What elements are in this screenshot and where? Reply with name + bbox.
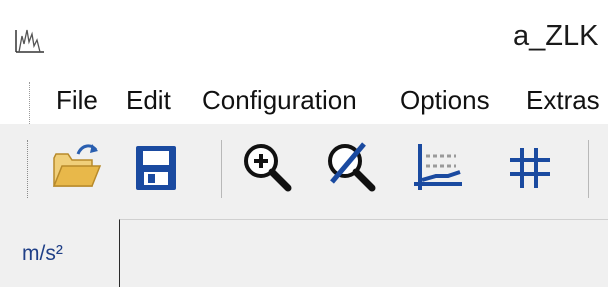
- zoom-in-icon[interactable]: [238, 138, 296, 196]
- grid-icon[interactable]: [500, 138, 558, 196]
- plot-area[interactable]: [119, 219, 608, 287]
- menu-file[interactable]: File: [56, 85, 98, 116]
- menu-options[interactable]: Options: [400, 85, 490, 116]
- menu-extras[interactable]: Extras: [526, 85, 600, 116]
- save-icon[interactable]: [126, 138, 184, 196]
- y-axis-unit-label: m/s²: [22, 242, 63, 265]
- zoom-reset-icon[interactable]: [322, 138, 380, 196]
- menu-configuration[interactable]: Configuration: [202, 85, 357, 116]
- toolbar-separator: [221, 140, 222, 198]
- window-title: a_ZLK: [513, 20, 599, 52]
- menu-edit[interactable]: Edit: [126, 85, 171, 116]
- app-icon: [14, 26, 46, 54]
- chart-fit-icon[interactable]: [408, 138, 466, 196]
- open-folder-icon[interactable]: [48, 138, 106, 196]
- toolbar-grip[interactable]: [27, 140, 28, 198]
- toolbar-separator: [588, 140, 589, 198]
- menu-bar-grip[interactable]: [29, 82, 30, 124]
